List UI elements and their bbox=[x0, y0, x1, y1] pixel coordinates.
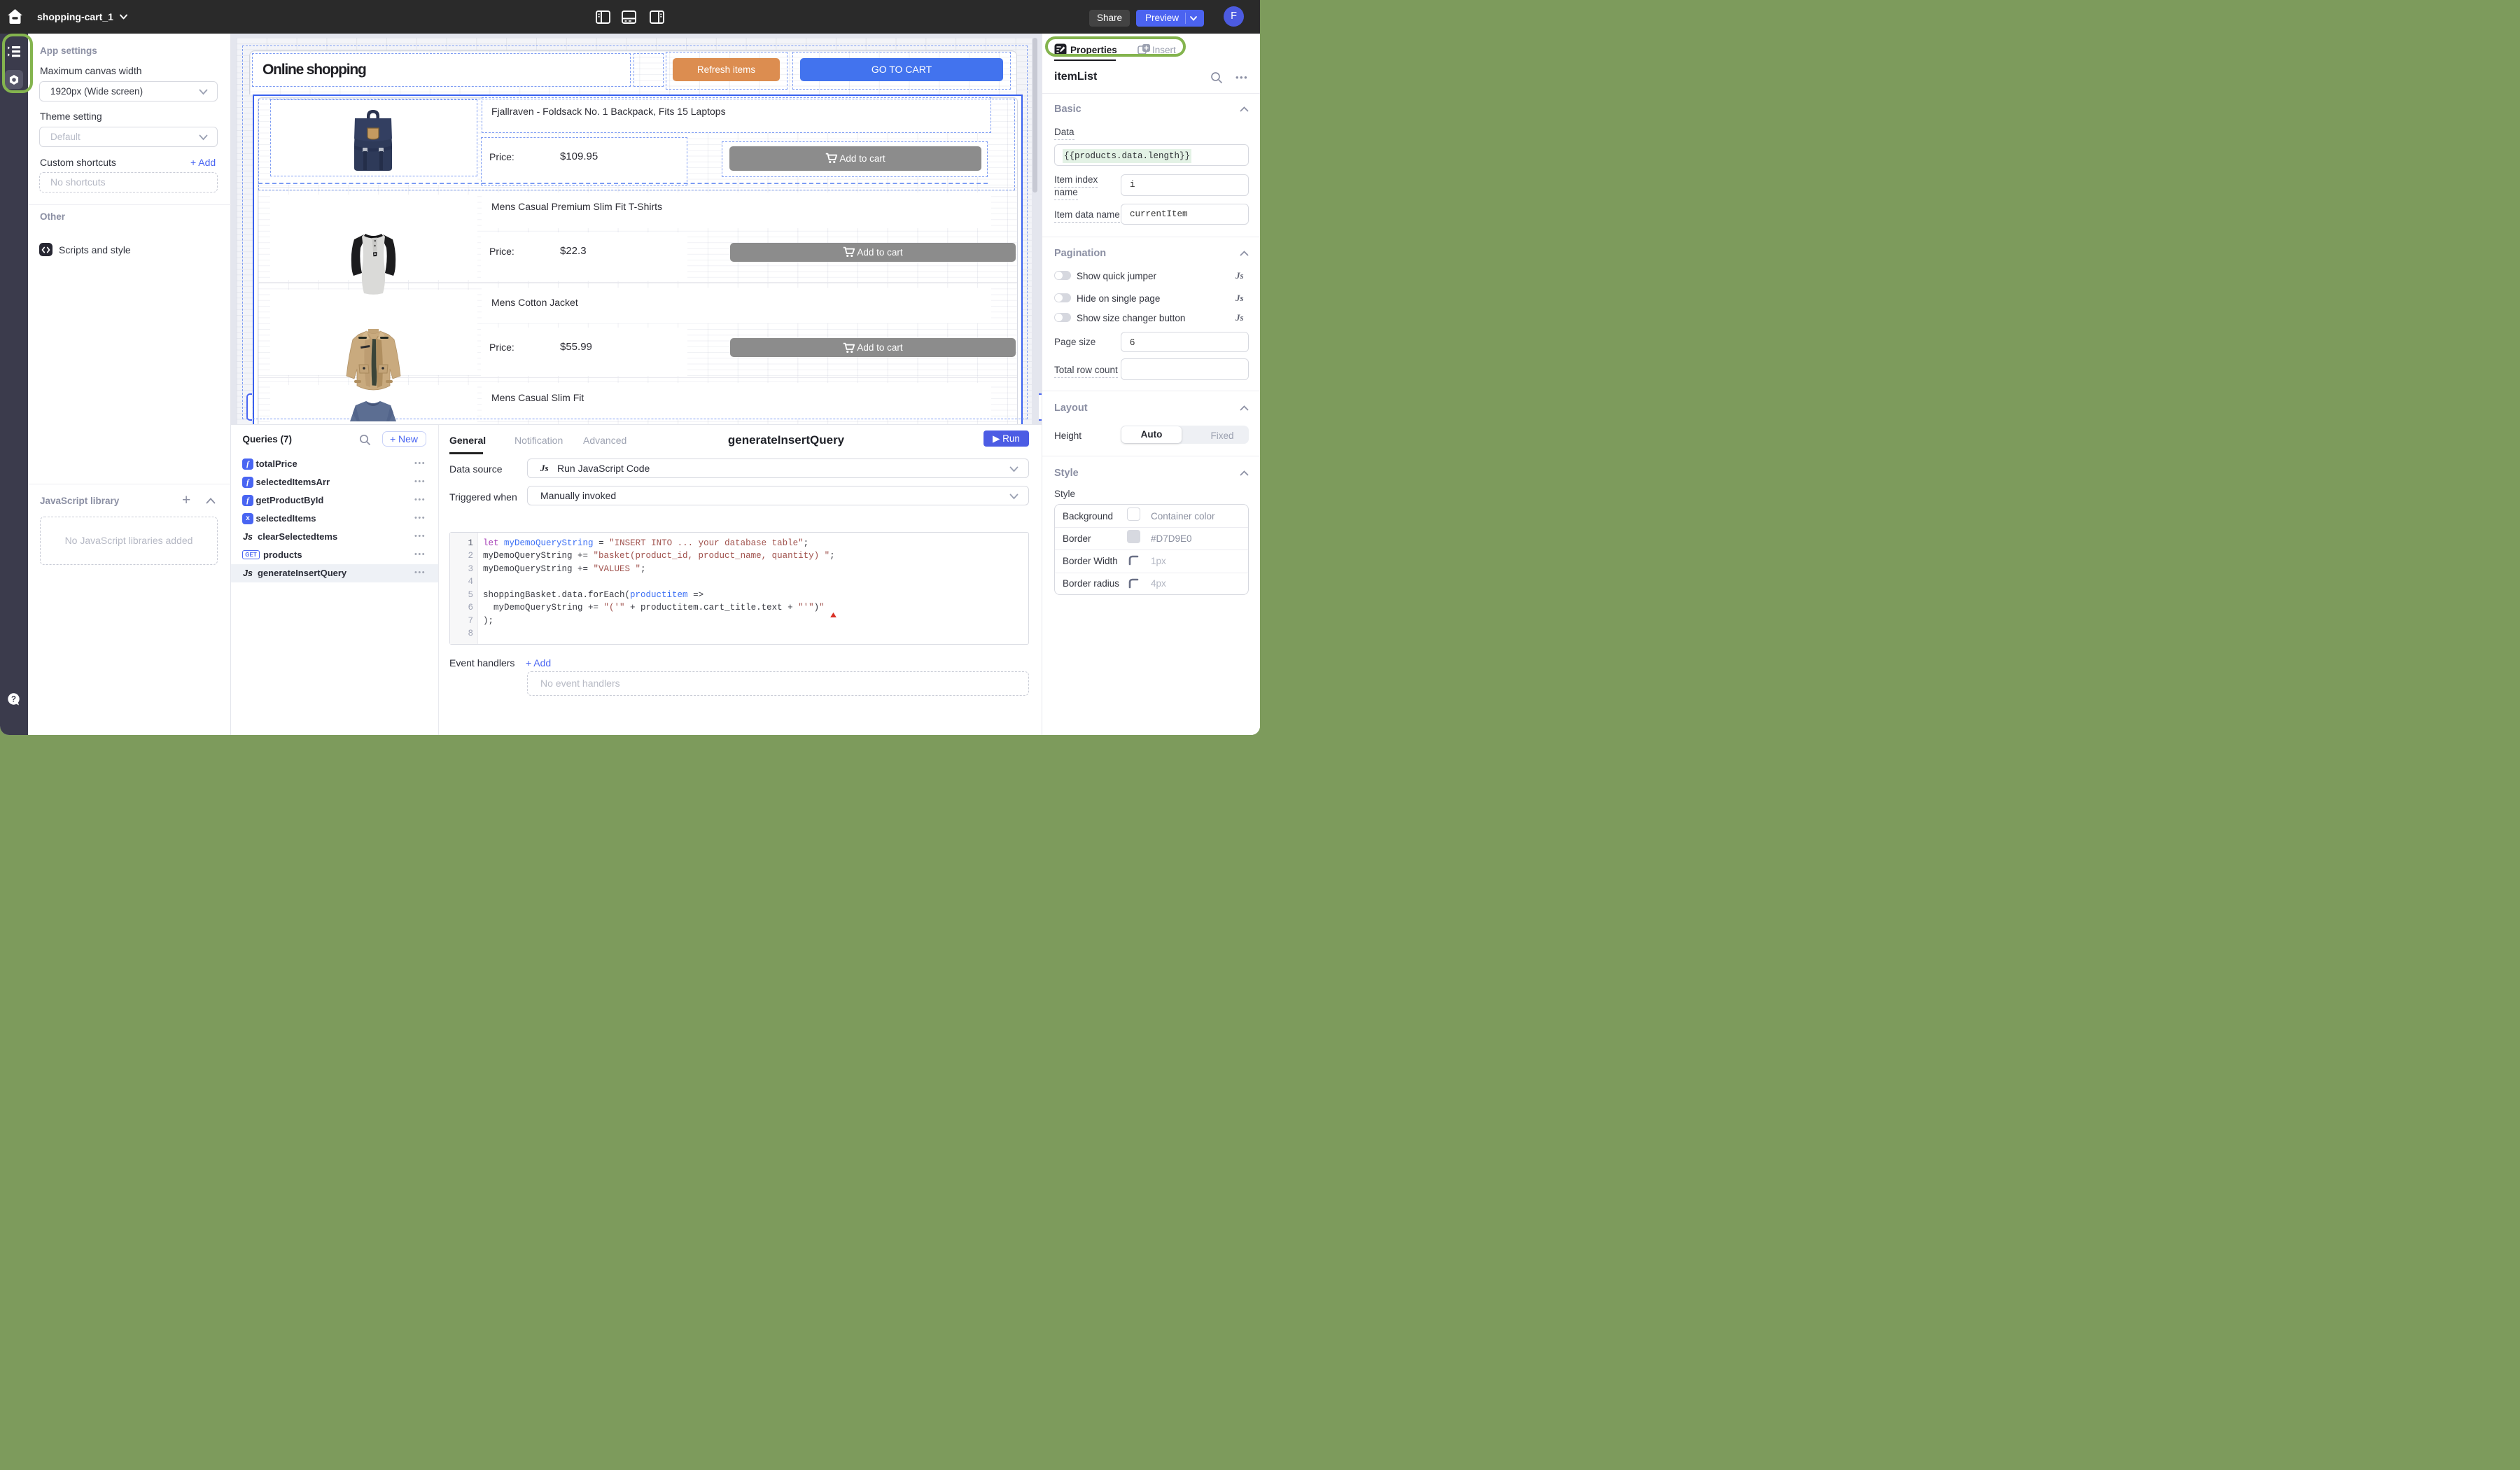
svg-text:?: ? bbox=[11, 696, 16, 704]
